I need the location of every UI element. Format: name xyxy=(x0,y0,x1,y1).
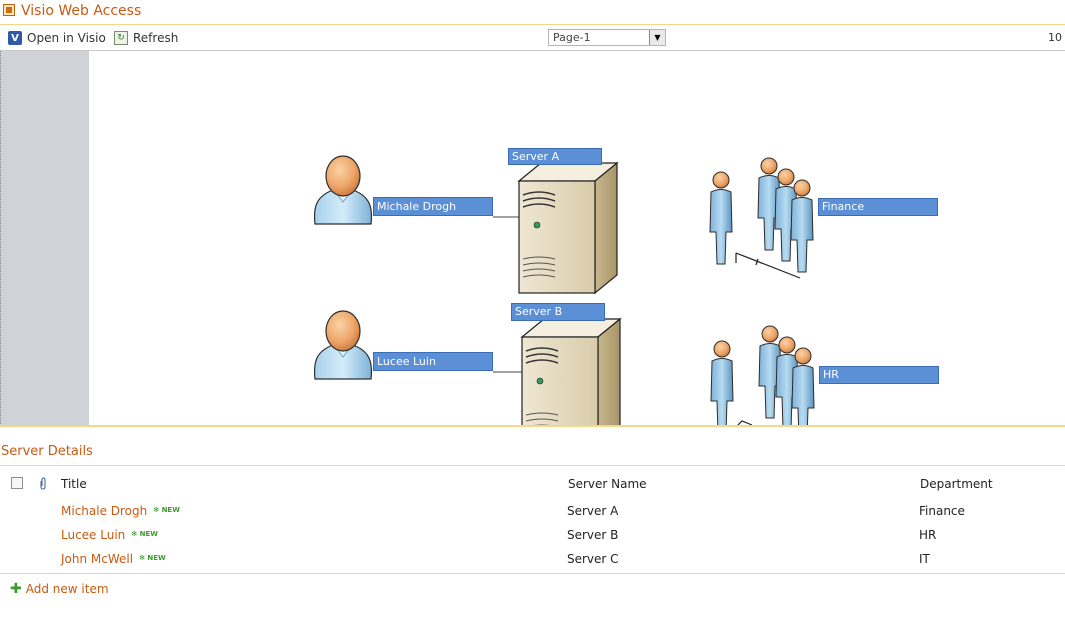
server-b-shape xyxy=(521,318,621,426)
table-row: Michale Drogh ✻ NEW Server A Finance xyxy=(0,501,1065,525)
zoom-level: 10 xyxy=(1048,31,1062,44)
column-header-server-name[interactable]: Server Name xyxy=(568,477,647,491)
list-title[interactable]: Server Details xyxy=(1,444,93,459)
table-row: Lucee Luin ✻ NEW Server B HR xyxy=(0,525,1065,549)
department-cell: Finance xyxy=(919,504,965,518)
server-name-cell: Server B xyxy=(567,528,619,542)
hr-group-shape xyxy=(710,325,815,426)
open-in-visio-label: Open in Visio xyxy=(27,31,106,45)
person-label: Michale Drogh xyxy=(373,197,493,216)
server-name-cell: Server A xyxy=(567,504,619,518)
server-name-cell: Server C xyxy=(567,552,619,566)
refresh-icon: ↻ xyxy=(114,31,128,45)
select-all-checkbox[interactable] xyxy=(11,477,23,489)
server-label: Server A xyxy=(508,148,602,165)
item-title-link[interactable]: Lucee Luin xyxy=(61,528,125,542)
visio-diagram-canvas[interactable]: Michale Drogh Server A Finance Lucee Lui… xyxy=(0,51,1065,426)
dropdown-arrow-icon[interactable]: ▼ xyxy=(649,30,665,45)
attachment-icon xyxy=(40,477,46,490)
person-label: Lucee Luin xyxy=(373,352,493,371)
visio-webpart-icon xyxy=(3,4,15,16)
page-select-value: Page-1 xyxy=(553,31,591,44)
department-label: HR xyxy=(819,366,939,384)
new-badge: ✻ NEW xyxy=(153,506,180,514)
column-header-title[interactable]: Title xyxy=(61,477,87,491)
webpart-title: Visio Web Access xyxy=(21,3,142,19)
plus-icon: ✚ xyxy=(10,581,22,597)
list-footer-divider xyxy=(0,573,1065,574)
person-michale-drogh-shape xyxy=(313,155,373,225)
server-label: Server B xyxy=(511,303,605,321)
new-badge: ✻ NEW xyxy=(131,530,158,538)
finance-group-shape xyxy=(709,157,814,279)
new-badge: ✻ NEW xyxy=(139,554,166,562)
add-new-item-link[interactable]: ✚ Add new item xyxy=(10,582,109,596)
visio-icon: V xyxy=(8,31,22,45)
page-select[interactable]: Page-1 ▼ xyxy=(548,29,666,46)
server-a-shape xyxy=(518,162,618,294)
department-cell: HR xyxy=(919,528,937,542)
refresh-label: Refresh xyxy=(133,31,179,45)
add-new-item-label: Add new item xyxy=(25,582,109,596)
item-title-link[interactable]: John McWell xyxy=(61,552,133,566)
person-lucee-luin-shape xyxy=(313,310,373,380)
refresh-button[interactable]: ↻ Refresh xyxy=(114,29,178,47)
item-title-link[interactable]: Michale Drogh xyxy=(61,504,147,518)
department-cell: IT xyxy=(919,552,930,566)
list-title-divider xyxy=(0,465,1065,466)
table-row: John McWell ✻ NEW Server C IT xyxy=(0,549,1065,573)
department-label: Finance xyxy=(818,198,938,216)
canvas-bottom-border xyxy=(0,425,1065,427)
webpart-title-bar: Visio Web Access xyxy=(0,0,1065,25)
visio-toolbar: V Open in Visio ↻ Refresh Page-1 ▼ 10 xyxy=(0,26,1065,51)
column-header-department[interactable]: Department xyxy=(920,477,993,491)
open-in-visio-button[interactable]: V Open in Visio xyxy=(8,29,106,47)
